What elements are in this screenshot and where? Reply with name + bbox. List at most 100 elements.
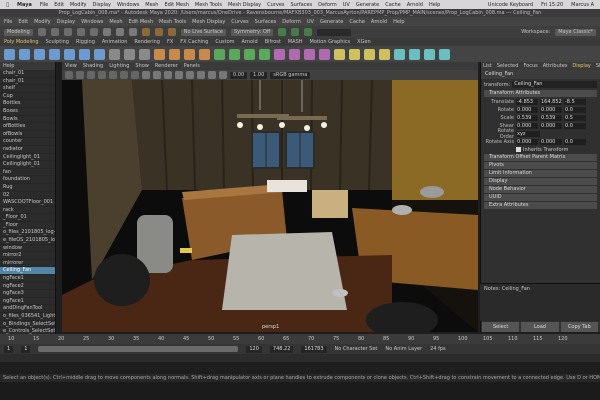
time-slider[interactable]: 10 15 20 25 30 35 40 45 50 55 60 65 70 75 80 85 90 95 100 1… (0, 334, 600, 344)
wireframe-icon[interactable] (142, 71, 150, 79)
shelf-tool-icon[interactable] (94, 48, 105, 60)
shelf-tool-icon[interactable] (424, 48, 435, 60)
rotate-axis-x[interactable]: 0.000 (516, 138, 538, 145)
isolate-select-icon[interactable] (208, 71, 216, 79)
maya-menu-item[interactable]: Deform (282, 19, 301, 25)
camera-attributes-icon[interactable] (76, 71, 84, 79)
select-by-hierarchy-icon[interactable] (102, 28, 111, 36)
film-gate-icon[interactable] (120, 71, 128, 79)
shelf-tool-icon[interactable] (439, 48, 450, 60)
exposure-field[interactable]: 0.00 (230, 71, 248, 79)
render-settings-icon[interactable] (304, 28, 313, 36)
snap-to-grid-icon[interactable] (141, 28, 150, 36)
maya-menu-item[interactable]: Arnold (371, 19, 387, 25)
attribute-section[interactable]: Limit Information (484, 170, 597, 177)
outliner-item[interactable]: ngFace2 (0, 283, 55, 291)
maya-menu-item[interactable]: Mesh Tools (159, 19, 186, 25)
attribute-editor-tab[interactable]: Show (596, 63, 600, 69)
shelf-tool-icon[interactable] (334, 48, 345, 60)
attribute-editor-tab[interactable]: Attributes (543, 63, 568, 69)
outliner-item[interactable]: rack (0, 207, 55, 215)
shelf-tool-icon[interactable] (244, 48, 255, 60)
shelf-tool-icon[interactable] (139, 48, 150, 60)
viewport-menu-item[interactable]: Panels (184, 63, 200, 69)
character-set-dropdown[interactable]: No Character Set (335, 346, 378, 352)
outliner-item[interactable]: Ceiling_Fan (0, 267, 55, 276)
shelf-tool-icon[interactable] (169, 48, 180, 60)
viewport-menu-item[interactable]: Shading (83, 63, 103, 69)
shadows-icon[interactable] (186, 71, 194, 79)
maya-menu-item[interactable]: Windows (81, 19, 103, 25)
render-icon[interactable] (278, 28, 287, 36)
mac-menu-item[interactable]: Mesh Tools (195, 2, 222, 8)
gamma-field[interactable]: 1.00 (250, 71, 268, 79)
anim-layer-dropdown[interactable]: No Anim Layer (385, 346, 422, 352)
outliner-item[interactable]: chair_01 (0, 70, 55, 78)
mac-menu-item[interactable]: Mesh (145, 2, 158, 8)
inherits-transform-checkbox[interactable] (516, 147, 521, 152)
fps-dropdown[interactable]: 24 fps (430, 346, 446, 352)
shelf-tool-icon[interactable] (274, 48, 285, 60)
attribute-y-field[interactable]: 0.000 (540, 106, 562, 113)
attribute-z-field[interactable]: 0.0 (564, 122, 586, 129)
mac-menu-item[interactable]: Cache (385, 2, 401, 8)
shelf-tab[interactable]: Motion Graphics (310, 39, 351, 45)
outliner-item[interactable]: WASCOOTFloor_001 (0, 199, 55, 207)
user-name[interactable]: Marcus A (571, 2, 594, 8)
select-by-object-icon[interactable] (115, 28, 124, 36)
outliner-header[interactable]: Help (0, 62, 55, 70)
outliner-item[interactable]: andDingFanTool (0, 305, 55, 313)
shelf-tool-icon[interactable] (79, 48, 90, 60)
shelf-tab[interactable]: Arnold (242, 39, 258, 45)
shelf-tab[interactable]: Rendering (134, 39, 160, 45)
redo-icon[interactable] (89, 28, 98, 36)
attribute-x-field[interactable]: -4.853 (516, 98, 538, 105)
smooth-shade-icon[interactable] (153, 71, 161, 79)
shelf-tool-icon[interactable] (364, 48, 375, 60)
mac-menu-item[interactable]: Deform (318, 2, 337, 8)
attribute-z-field[interactable]: 0.0 (564, 106, 586, 113)
symmetry-dropdown[interactable]: Symmetry: Off (231, 28, 274, 36)
snap-to-point-icon[interactable] (167, 28, 176, 36)
outliner-item[interactable]: ngFace3 (0, 290, 55, 298)
outliner-item[interactable]: ngFace1 (0, 298, 55, 306)
mac-menu-item[interactable]: File (40, 2, 48, 8)
maya-menu-item[interactable]: Mesh (109, 19, 122, 25)
shelf-tab[interactable]: MASH (288, 39, 303, 45)
snap-to-curve-icon[interactable] (154, 28, 163, 36)
shelf-tab[interactable]: XGen (357, 39, 371, 45)
mac-menu-item[interactable]: Arnold (407, 2, 423, 8)
attribute-section[interactable]: UUID (484, 194, 597, 201)
range-start-field[interactable]: 1 (4, 345, 14, 353)
shelf-tool-icon[interactable] (409, 48, 420, 60)
open-scene-icon[interactable] (50, 28, 59, 36)
shelf-tab[interactable]: FX (167, 39, 173, 45)
outliner-item[interactable]: Bottles (0, 100, 55, 108)
shelf-tab[interactable]: FX Caching (180, 39, 208, 45)
outliner-item[interactable]: o_files_2101805_log+og (0, 229, 55, 238)
shelf-tab[interactable]: Poly Modeling (4, 39, 39, 45)
mac-menu-item[interactable]: Surfaces (291, 2, 313, 8)
maya-menu-item[interactable]: File (4, 19, 12, 25)
shelf-tool-icon[interactable] (304, 48, 315, 60)
rotate-axis-y[interactable]: 0.000 (540, 138, 562, 145)
outliner-item[interactable]: _Floor (0, 222, 55, 230)
outliner-item[interactable]: e_fileOS_2101805_log+og (0, 237, 55, 245)
shelf-tool-icon[interactable] (349, 48, 360, 60)
outliner-item[interactable]: ofBowls (0, 131, 55, 139)
outliner-item[interactable]: Ceilinglight_01 (0, 161, 55, 169)
outliner-item[interactable]: radiator (0, 146, 55, 154)
textured-icon[interactable] (164, 71, 172, 79)
outliner-item[interactable]: 02 (0, 192, 55, 200)
shelf-tool-icon[interactable] (4, 48, 15, 60)
attribute-z-field[interactable]: 0.5 (564, 114, 586, 121)
lights-icon[interactable] (175, 71, 183, 79)
mac-menu-item[interactable]: Edit Mesh (164, 2, 188, 8)
grid-icon[interactable] (109, 71, 117, 79)
mac-menu-item[interactable]: Curves (267, 2, 284, 8)
select-button[interactable]: Select (482, 322, 520, 332)
viewport-menu-item[interactable]: Lighting (109, 63, 129, 69)
bookmark-icon[interactable] (87, 71, 95, 79)
mac-menu-item[interactable]: Help (429, 2, 440, 8)
outliner-item[interactable]: Bowls (0, 116, 55, 124)
